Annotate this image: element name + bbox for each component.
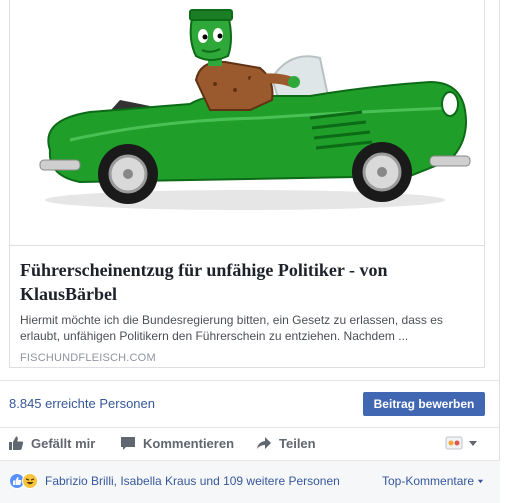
- post: Führerscheinentzug für unfähige Politike…: [0, 0, 500, 503]
- share-button[interactable]: Teilen: [256, 435, 316, 451]
- chevron-down-icon: [469, 441, 477, 446]
- cartoon-car-illustration: [39, 9, 471, 210]
- reaction-icons[interactable]: [9, 473, 38, 489]
- link-title[interactable]: Führerscheinentzug für unfähige Politike…: [20, 258, 476, 306]
- comment-label: Kommentieren: [143, 435, 235, 451]
- share-label: Teilen: [279, 435, 316, 451]
- comment-button[interactable]: Kommentieren: [120, 435, 234, 451]
- reactions-summary: Fabrizio Brilli, Isabella Kraus und 109 …: [0, 460, 500, 503]
- reactions-names-link[interactable]: Fabrizio Brilli, Isabella Kraus und 109 …: [45, 474, 340, 488]
- thumbs-up-icon: [9, 436, 24, 450]
- link-preview-image[interactable]: [10, 0, 484, 246]
- link-description: Hiermit möchte ich die Bundesregierung b…: [20, 313, 443, 343]
- link-preview-card[interactable]: Führerscheinentzug für unfähige Politike…: [9, 0, 485, 368]
- reach-bar: 8.845 erreichte Personen Beitrag bewerbe…: [0, 380, 500, 426]
- comment-icon: [121, 437, 135, 450]
- sort-chevron-icon: [478, 479, 484, 484]
- like-label: Gefällt mir: [31, 435, 96, 451]
- reach-count-link[interactable]: 8.845 erreichte Personen: [9, 396, 155, 411]
- reaction-audience-selector[interactable]: [445, 436, 479, 450]
- promote-post-button[interactable]: Beitrag bewerben: [363, 392, 485, 416]
- link-preview-text[interactable]: Führerscheinentzug für unfähige Politike…: [20, 258, 476, 364]
- page-avatar-icon: [445, 436, 463, 450]
- haha-reaction-icon: [22, 473, 38, 489]
- share-arrow-icon: [257, 437, 271, 449]
- post-actions: Gefällt mir Kommentieren Teilen: [0, 427, 500, 457]
- link-domain: FISCHUNDFLEISCH.COM: [20, 352, 156, 364]
- comment-sort-label: Top-Kommentare: [382, 474, 475, 488]
- like-button[interactable]: Gefällt mir: [8, 435, 95, 451]
- comment-sort-selector[interactable]: Top-Kommentare: [382, 474, 484, 488]
